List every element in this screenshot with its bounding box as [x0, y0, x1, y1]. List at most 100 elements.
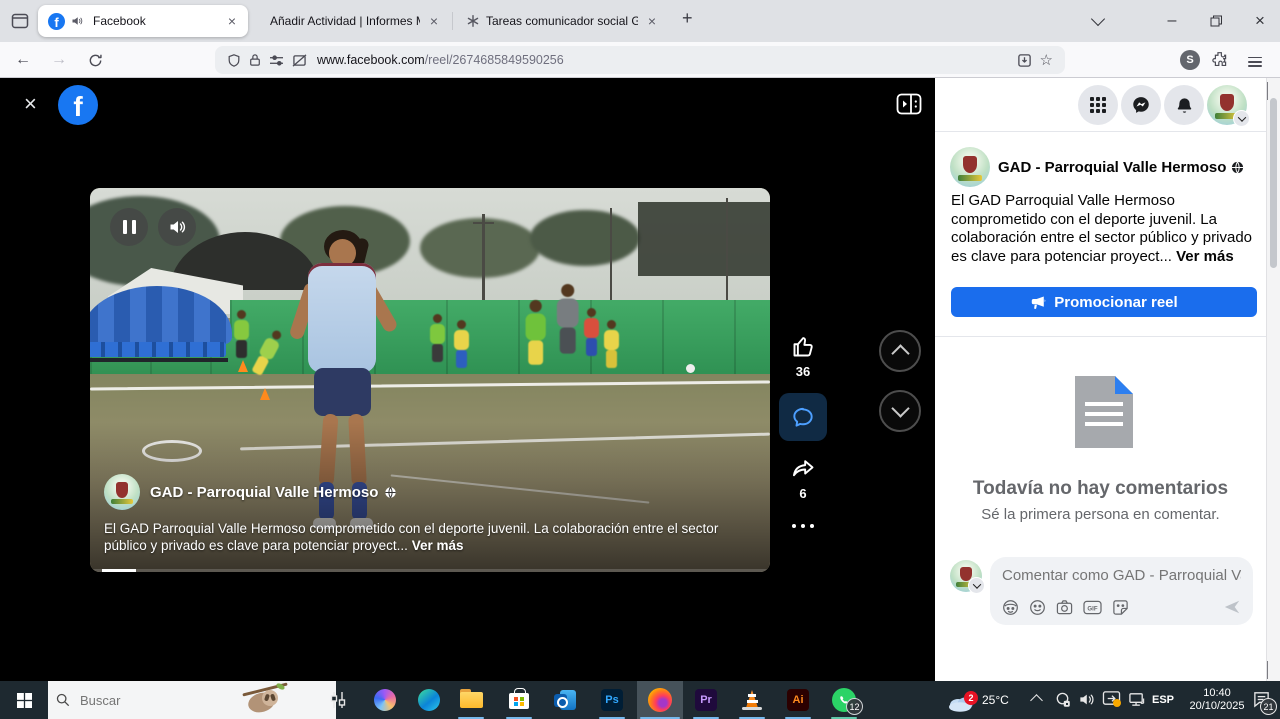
comment-input[interactable]: [1002, 567, 1241, 584]
url-bar[interactable]: www.facebook.com /reel/2674685849590256 …: [215, 46, 1065, 74]
file-explorer-icon[interactable]: [448, 681, 494, 719]
taskbar-clock[interactable]: 10:40 20/10/2025: [1186, 681, 1248, 719]
window-close-button[interactable]: ×: [1240, 0, 1280, 42]
messenger-button[interactable]: [1121, 85, 1161, 125]
sticker-icon[interactable]: [1112, 599, 1129, 616]
tray-teams-icon[interactable]: [1054, 691, 1071, 708]
back-button[interactable]: ←: [10, 47, 36, 73]
menu-hamburger-icon[interactable]: [1248, 54, 1262, 70]
save-to-pocket-icon[interactable]: [1017, 53, 1032, 68]
firefox-view-icon[interactable]: [10, 11, 30, 31]
tab-audio-icon[interactable]: [71, 15, 83, 27]
tab-close-icon[interactable]: ×: [226, 14, 238, 28]
outlook-icon[interactable]: [542, 681, 588, 719]
video-progress-bar[interactable]: [90, 569, 770, 572]
see-more-link[interactable]: Ver más: [412, 538, 464, 553]
url-host: www.facebook.com: [317, 53, 425, 67]
tray-expand-chevron[interactable]: [1032, 696, 1041, 705]
volume-button[interactable]: [158, 208, 196, 246]
viewer-close-icon[interactable]: ×: [24, 93, 37, 115]
lock-icon[interactable]: [249, 53, 261, 67]
composer-avatar[interactable]: [950, 560, 982, 592]
like-count: 36: [779, 364, 827, 379]
tray-volume-icon[interactable]: [1078, 691, 1095, 708]
forward-button[interactable]: →: [46, 47, 72, 73]
extensions-puzzle-icon[interactable]: [1212, 51, 1229, 68]
extension-badge-icon[interactable]: S: [1180, 50, 1200, 70]
search-input[interactable]: [78, 692, 242, 709]
permissions-icon[interactable]: [269, 54, 284, 67]
promote-reel-button[interactable]: Promocionar reel: [951, 287, 1257, 317]
notifications-bell-button[interactable]: [1164, 85, 1204, 125]
tab-informes[interactable]: Añadir Actividad | Informes Mensua ×: [254, 5, 450, 37]
player-figure: [232, 310, 250, 358]
photoshop-icon[interactable]: Ps: [589, 681, 635, 719]
page-avatar[interactable]: [104, 474, 140, 510]
whatsapp-icon[interactable]: 12: [821, 681, 867, 719]
gif-icon[interactable]: GIF: [1083, 599, 1102, 616]
vlc-icon[interactable]: [729, 681, 775, 719]
tab-facebook[interactable]: f Facebook ×: [38, 5, 248, 37]
bookmark-star-icon[interactable]: ☆: [1040, 51, 1053, 69]
video-page-name[interactable]: GAD - Parroquial Valle Hermoso: [150, 484, 378, 501]
see-more-link[interactable]: Ver más: [1176, 248, 1234, 265]
reload-button[interactable]: [82, 47, 108, 73]
scrollbar-up-arrow[interactable]: [1267, 78, 1280, 100]
tab-list-dropdown[interactable]: [1078, 0, 1118, 42]
start-button[interactable]: [0, 681, 48, 719]
share-button[interactable]: [779, 455, 827, 482]
next-reel-button[interactable]: [879, 390, 921, 432]
page-avatar[interactable]: [950, 147, 990, 187]
copilot-icon[interactable]: [362, 681, 408, 719]
avatar-sticker-icon[interactable]: [1002, 599, 1019, 616]
tab-title: Añadir Actividad | Informes Mensua: [270, 14, 420, 28]
windows-taskbar: Ps Pr Ai 12: [0, 681, 1280, 719]
collapse-panel-icon[interactable]: [896, 93, 922, 115]
tray-sync-icon[interactable]: [1102, 690, 1121, 707]
globe-icon: [1231, 161, 1244, 174]
tray-network-icon[interactable]: [1128, 691, 1146, 708]
window-minimize-button[interactable]: –: [1152, 0, 1192, 42]
player-figure: [602, 320, 620, 368]
more-options-button[interactable]: [779, 515, 827, 533]
illustrator-icon[interactable]: Ai: [775, 681, 821, 719]
camera-icon[interactable]: [1056, 599, 1073, 616]
player-figure: [523, 300, 547, 365]
pause-button[interactable]: [110, 208, 148, 246]
autoplay-blocked-icon[interactable]: [292, 54, 307, 67]
like-button[interactable]: [779, 333, 827, 360]
new-tab-button[interactable]: +: [682, 8, 693, 29]
weather-alert-badge: 2: [964, 691, 978, 705]
page-scrollbar[interactable]: [1266, 78, 1280, 681]
page-name-link[interactable]: GAD - Parroquial Valle Hermoso: [998, 159, 1226, 176]
shield-icon[interactable]: [227, 53, 241, 68]
edge-icon[interactable]: [406, 681, 452, 719]
video-netting: [638, 202, 770, 276]
previous-reel-button[interactable]: [879, 330, 921, 372]
video-page-row[interactable]: GAD - Parroquial Valle Hermoso: [104, 474, 397, 510]
premiere-icon[interactable]: Pr: [683, 681, 729, 719]
account-avatar-button[interactable]: [1207, 85, 1247, 125]
language-indicator[interactable]: ESP: [1152, 694, 1174, 706]
tab-tareas[interactable]: Tareas comunicador social GAD ×: [456, 5, 668, 37]
taskbar-search-box[interactable]: [48, 681, 336, 719]
weather-temperature[interactable]: 25°C: [982, 693, 1009, 707]
notification-center-button[interactable]: 21: [1252, 690, 1271, 708]
emoji-icon[interactable]: [1029, 599, 1046, 616]
facebook-logo[interactable]: f: [58, 85, 98, 125]
firefox-icon[interactable]: [637, 681, 683, 719]
weather-widget[interactable]: 2: [948, 688, 976, 716]
send-comment-button[interactable]: [1223, 598, 1241, 616]
apps-menu-button[interactable]: [1078, 85, 1118, 125]
scrollbar-thumb[interactable]: [1270, 98, 1277, 268]
comment-button[interactable]: [779, 393, 827, 441]
task-view-button[interactable]: [315, 681, 361, 719]
window-restore-button[interactable]: [1196, 0, 1236, 42]
comment-composer[interactable]: GIF: [990, 557, 1253, 625]
tab-close-icon[interactable]: ×: [428, 14, 440, 28]
video-pole: [482, 214, 485, 300]
reel-video[interactable]: GAD - Parroquial Valle Hermoso El GAD Pa…: [90, 188, 770, 572]
microsoft-store-icon[interactable]: [496, 681, 542, 719]
scrollbar-down-arrow[interactable]: [1267, 661, 1280, 679]
tab-close-icon[interactable]: ×: [646, 14, 658, 28]
